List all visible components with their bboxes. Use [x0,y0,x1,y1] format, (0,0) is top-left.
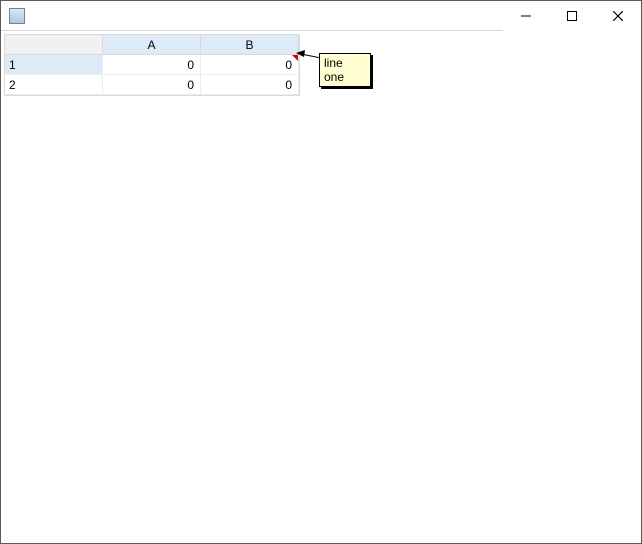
column-header-b[interactable]: B [201,35,299,55]
data-grid[interactable]: A B 1 0 0 2 0 0 [4,34,300,96]
note-text: line one [324,56,344,84]
close-button[interactable] [595,1,641,31]
row-header-2[interactable]: 2 [5,75,103,95]
minimize-icon [521,11,531,21]
cell-value: 0 [285,78,292,92]
column-header-row: A B [5,35,299,55]
cell-value: 0 [187,78,194,92]
maximize-button[interactable] [549,1,595,31]
app-icon [9,8,25,24]
cell-b2[interactable]: 0 [201,75,299,95]
minimize-button[interactable] [503,1,549,31]
cell-value: 0 [187,58,194,72]
client-area: A B 1 0 0 2 0 0 [1,31,641,543]
cell-value: 0 [285,58,292,72]
window-controls [503,1,641,31]
cell-b1[interactable]: 0 [201,55,299,75]
table-row: 1 0 0 [5,55,299,75]
note-indicator-icon[interactable] [292,55,298,61]
column-header-a[interactable]: A [103,35,201,55]
cell-note-popup[interactable]: line one [319,53,371,87]
maximize-icon [567,11,577,21]
close-icon [613,11,623,21]
cell-a2[interactable]: 0 [103,75,201,95]
cell-a1[interactable]: 0 [103,55,201,75]
application-window: A B 1 0 0 2 0 0 [0,0,642,544]
table-row: 2 0 0 [5,75,299,95]
title-bar[interactable] [1,1,641,31]
row-header-1[interactable]: 1 [5,55,103,75]
grid-corner[interactable] [5,35,103,55]
